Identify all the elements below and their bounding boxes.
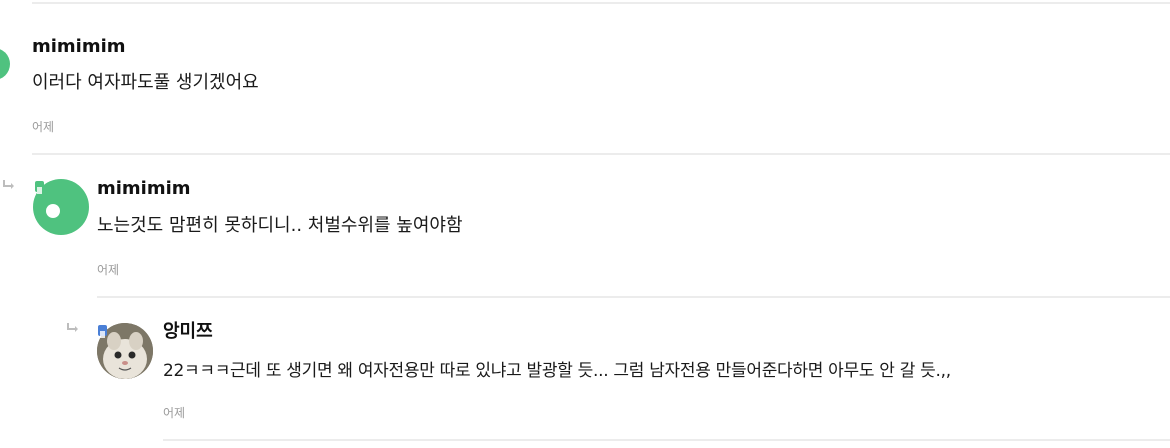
reply-arrow-icon xyxy=(2,179,16,194)
top-divider xyxy=(32,2,1170,4)
comment-divider xyxy=(163,439,1170,441)
level-badge-icon xyxy=(35,181,44,194)
comment-divider xyxy=(97,296,1170,298)
level-badge-icon xyxy=(98,325,107,338)
comment-time: 어제 xyxy=(163,406,186,420)
comment-author[interactable]: mimimim xyxy=(97,178,191,200)
comment-text: 이러다 여자파도풀 생기겠어요 xyxy=(32,72,259,93)
comment-divider xyxy=(32,153,1170,155)
comment-text: 노는것도 맘편히 못하디니.. 처벌수위를 높여야함 xyxy=(97,215,463,236)
comment-author[interactable]: 앙미쯔 xyxy=(163,321,213,343)
comment-time: 어제 xyxy=(32,120,55,134)
comment-time: 어제 xyxy=(97,263,120,277)
reply-arrow-icon xyxy=(66,322,80,337)
comment-text: 22ㅋㅋㅋ근데 또 생기면 왜 여자전용만 따로 있냐고 발광할 듯... 그럼… xyxy=(163,361,951,381)
avatar[interactable] xyxy=(0,48,10,80)
comment-author[interactable]: mimimim xyxy=(32,36,126,58)
